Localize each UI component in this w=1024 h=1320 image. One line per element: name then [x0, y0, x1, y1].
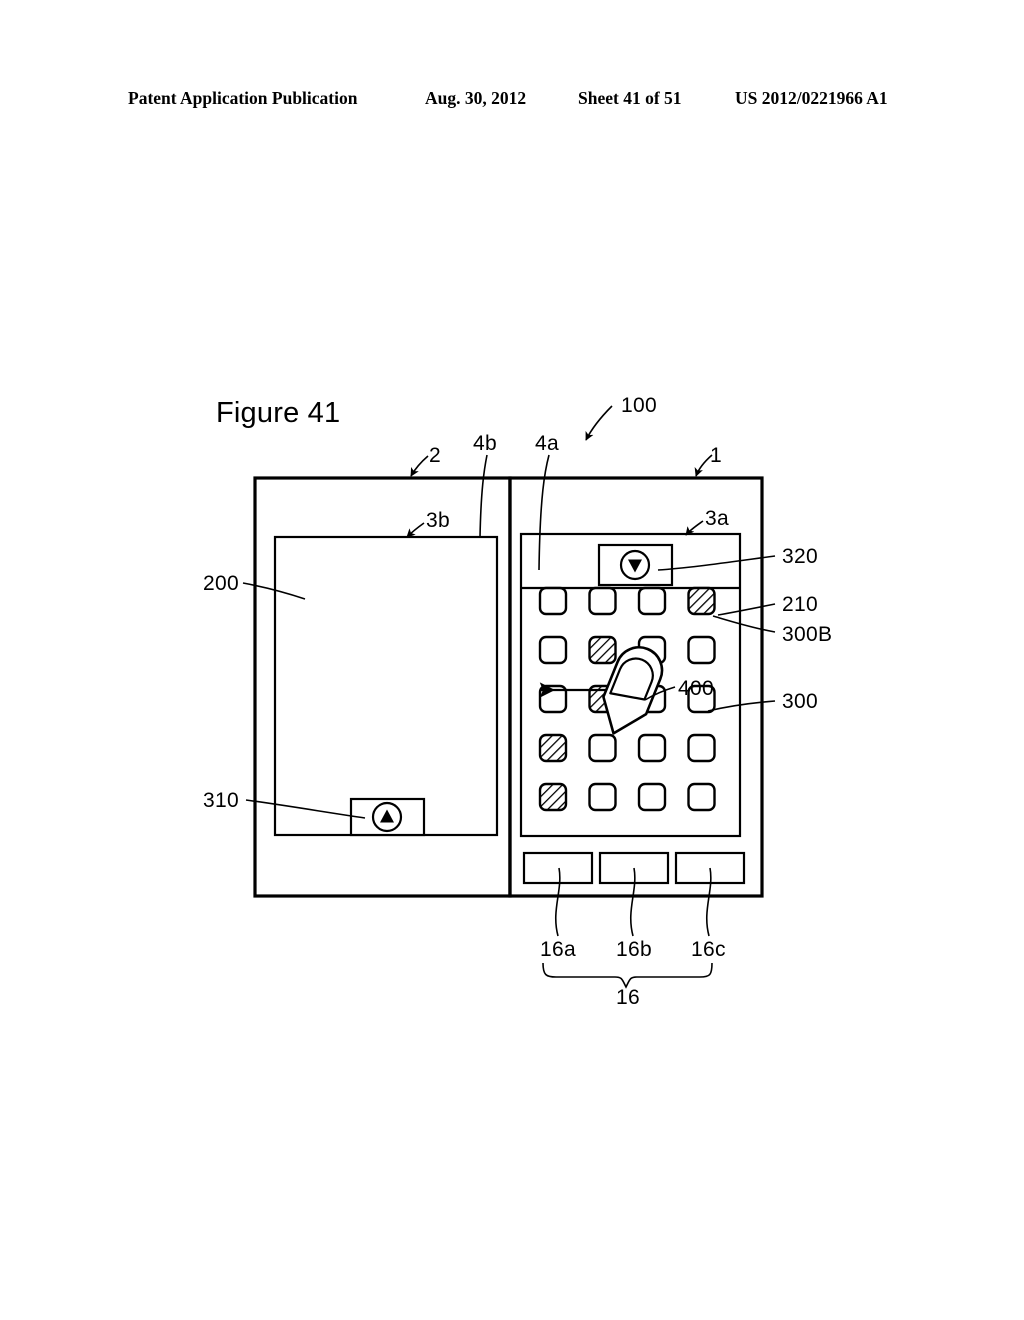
icon-300[interactable] — [588, 782, 617, 812]
ref-16a: 16a — [540, 938, 576, 961]
leader-100 — [585, 405, 613, 441]
ref-2: 2 — [429, 444, 441, 467]
figure-drawing — [242, 405, 776, 989]
ref-4b: 4b — [473, 432, 497, 455]
ref-4a: 4a — [535, 432, 559, 455]
icon-300[interactable] — [538, 586, 568, 616]
ref-320: 320 — [782, 545, 818, 568]
ref-400: 400 — [678, 677, 714, 700]
icon-300B[interactable] — [588, 635, 617, 665]
ref-200: 200 — [203, 572, 239, 595]
hardware-key-16a[interactable] — [522, 851, 594, 885]
icon-300B[interactable] — [687, 586, 716, 616]
icon-300[interactable] — [637, 782, 667, 812]
leader-2 — [410, 455, 429, 477]
icon-300[interactable] — [637, 586, 667, 616]
ref-300: 300 — [782, 690, 818, 713]
icon-300[interactable] — [538, 635, 568, 665]
ref-300B: 300B — [782, 623, 833, 646]
ref-3a: 3a — [705, 507, 729, 530]
icon-300B[interactable] — [538, 782, 568, 812]
ref-16: 16 — [616, 986, 640, 1009]
icon-300[interactable] — [687, 782, 716, 812]
icon-300[interactable] — [687, 635, 716, 665]
ref-310: 310 — [203, 789, 239, 812]
ref-3b: 3b — [426, 509, 450, 532]
icon-300[interactable] — [588, 586, 617, 616]
ref-210: 210 — [782, 593, 818, 616]
icon-300[interactable] — [588, 733, 617, 763]
icon-300B[interactable] — [538, 733, 568, 763]
display-3b[interactable] — [273, 535, 499, 837]
ref-16c: 16c — [691, 938, 726, 961]
icon-300[interactable] — [637, 733, 667, 763]
icon-300[interactable] — [687, 733, 716, 763]
patent-drawing-page: Patent Application Publication Aug. 30, … — [0, 0, 1024, 1320]
brace-16 — [542, 962, 713, 989]
ref-100: 100 — [621, 394, 657, 417]
ref-16b: 16b — [616, 938, 652, 961]
ref-1: 1 — [710, 444, 722, 467]
